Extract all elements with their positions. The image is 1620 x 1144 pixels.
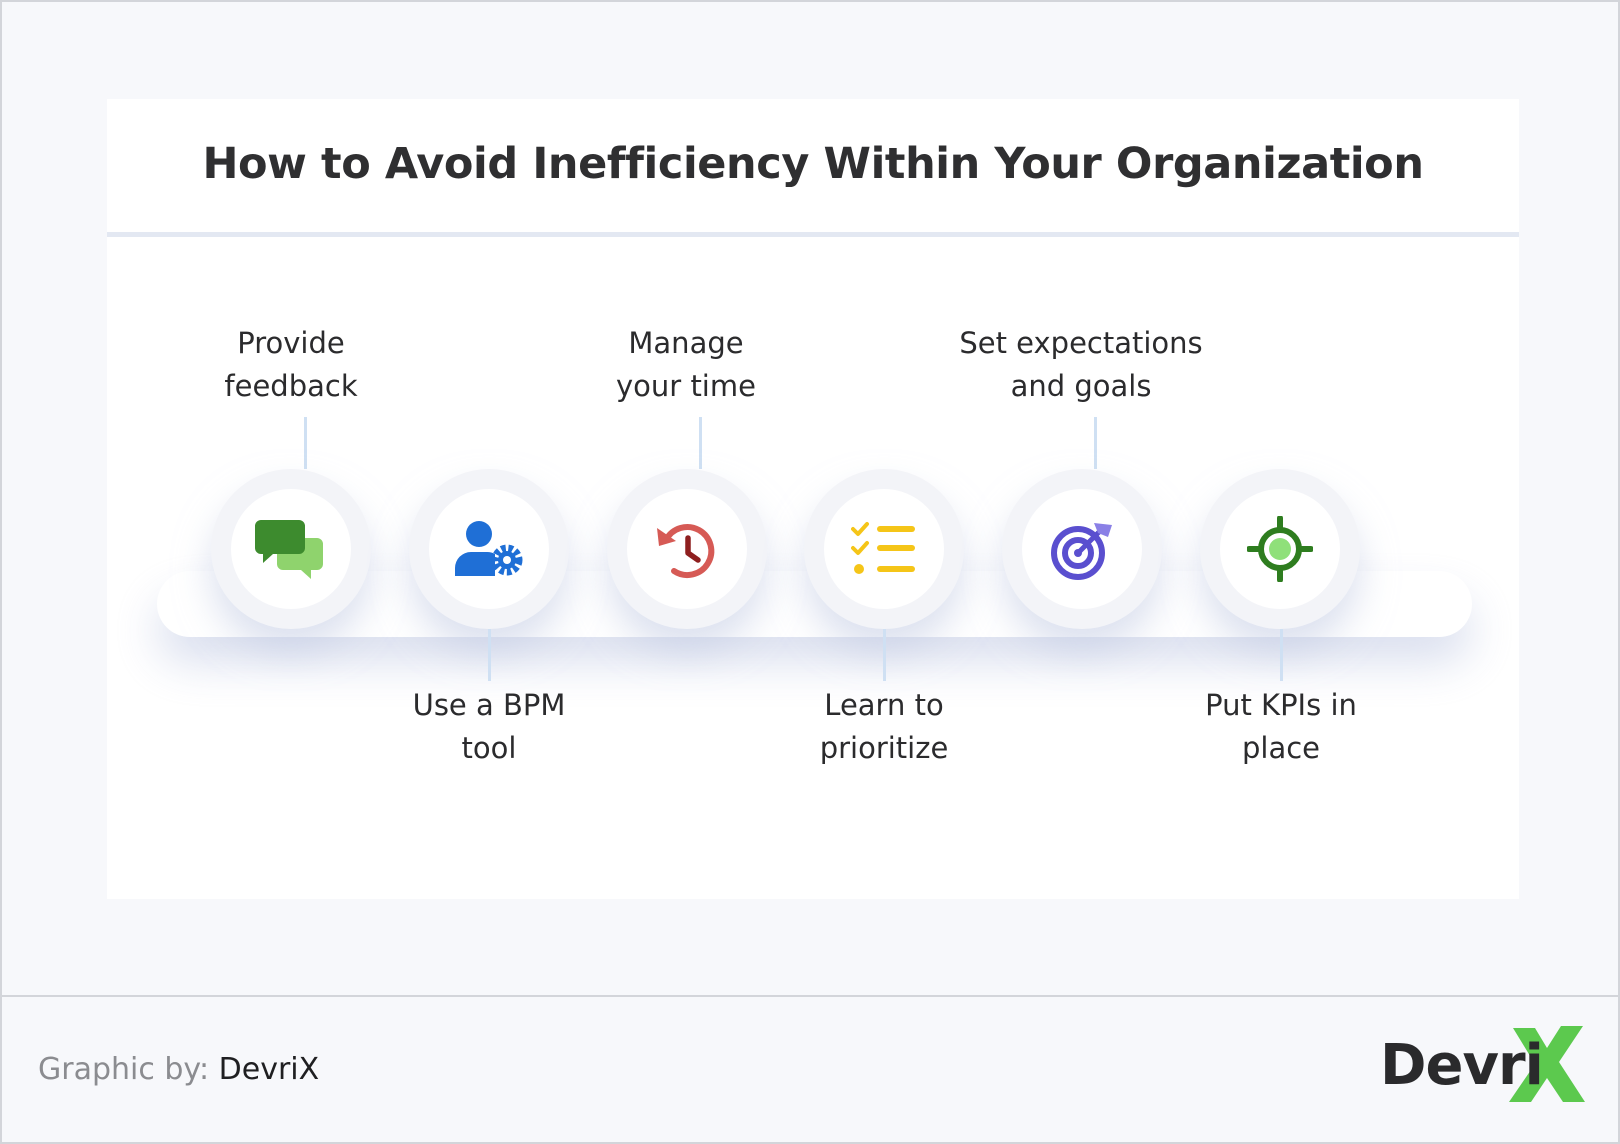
step-node-prioritize [804, 469, 964, 629]
clock-history-icon [657, 524, 715, 578]
step-label-time: Manage your time [536, 322, 836, 408]
step-node-feedback [211, 469, 371, 629]
clock-hands [685, 535, 701, 563]
step-label-line: feedback [224, 369, 358, 403]
credit-prefix: Graphic by: [38, 1052, 210, 1087]
crosshair-center [1269, 538, 1291, 560]
logo-wordmark: Devri [1380, 1033, 1544, 1098]
checklist-icon [851, 522, 915, 574]
list-line [877, 545, 915, 551]
step-label-line: tool [461, 731, 517, 765]
check-mark [851, 522, 869, 536]
list-line [877, 566, 915, 572]
brand-logo: Devri [1380, 1026, 1590, 1107]
connector-line [1280, 629, 1283, 681]
step-label-line: place [1241, 731, 1321, 765]
step-node-bpm [409, 469, 569, 629]
list-line [877, 526, 915, 532]
step-label-line: Manage [628, 326, 744, 360]
step-label-line: Provide [237, 326, 345, 360]
chat-bubbles-icon [255, 520, 323, 579]
connector-line [883, 629, 886, 681]
step-label-kpis: Put KPIs in place [1131, 684, 1431, 770]
target-arrow-icon [1051, 523, 1112, 580]
page-title: How to Avoid Inefficiency Within Your Or… [202, 139, 1424, 189]
step-label-line: Learn to [824, 688, 944, 722]
user-head [466, 521, 492, 547]
user-body [455, 551, 495, 576]
title-divider [107, 232, 1519, 237]
connector-line [304, 417, 307, 469]
graphic-frame: How to Avoid Inefficiency Within Your Or… [0, 0, 1620, 1144]
step-label-goals: Set expectations and goals [931, 322, 1231, 408]
user-gear-icon [455, 521, 523, 576]
bullet-dot [854, 564, 864, 574]
step-node-kpis [1200, 469, 1360, 629]
step-label-line: your time [616, 369, 756, 403]
footer-divider [2, 995, 1620, 997]
connector-line [1094, 417, 1097, 469]
gear-icon [491, 544, 523, 576]
step-label-line: Set expectations [959, 326, 1203, 360]
step-label-prioritize: Learn to prioritize [734, 684, 1034, 770]
step-label-line: Put KPIs in [1205, 688, 1357, 722]
step-label-feedback: Provide feedback [141, 322, 441, 408]
step-node-time [607, 469, 767, 629]
step-label-line: and goals [1010, 369, 1152, 403]
check-mark [851, 541, 869, 555]
step-label-line: Use a BPM [412, 688, 566, 722]
connector-line [699, 417, 702, 469]
credit-brand: DevriX [218, 1052, 320, 1087]
graphic-credit: Graphic by: DevriX [38, 1052, 319, 1087]
step-node-goals [1002, 469, 1162, 629]
step-label-bpm: Use a BPM tool [339, 684, 639, 770]
crosshair-icon [1247, 516, 1313, 582]
step-label-line: prioritize [819, 731, 949, 765]
connector-line [488, 629, 491, 681]
diagram-card: How to Avoid Inefficiency Within Your Or… [107, 99, 1519, 899]
